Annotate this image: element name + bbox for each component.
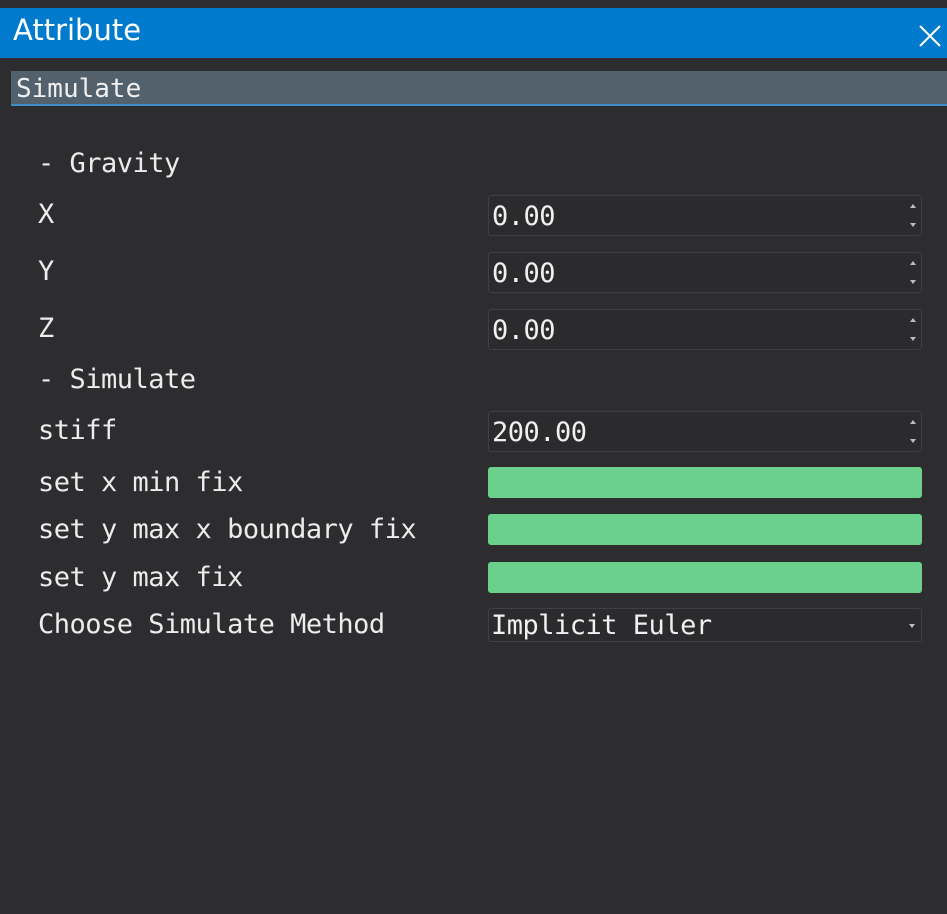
gravity-z-spinner[interactable] bbox=[907, 312, 919, 347]
gravity-y-input[interactable]: 0.00 bbox=[488, 252, 922, 293]
simulate-method-label: Choose Simulate Method bbox=[38, 609, 385, 640]
simulate-section-label[interactable]: - Simulate bbox=[38, 364, 196, 395]
gravity-y-value: 0.00 bbox=[492, 258, 556, 289]
simulate-header-label: Simulate bbox=[16, 74, 142, 104]
gravity-z-input[interactable]: 0.00 bbox=[488, 309, 922, 350]
gravity-x-label: X bbox=[38, 199, 54, 230]
set-y-max-x-boundary-fix-label: set y max x boundary fix bbox=[38, 514, 417, 545]
gravity-x-value: 0.00 bbox=[492, 201, 556, 232]
gravity-y-spinner[interactable] bbox=[907, 255, 919, 290]
gravity-x-input[interactable]: 0.00 bbox=[488, 195, 922, 236]
spin-up-icon[interactable] bbox=[910, 420, 916, 424]
chevron-down-icon[interactable] bbox=[909, 624, 915, 628]
gravity-z-value: 0.00 bbox=[492, 315, 556, 346]
set-y-max-fix-label: set y max fix bbox=[38, 562, 243, 593]
simulate-method-value: Implicit Euler bbox=[491, 610, 712, 641]
top-strip bbox=[0, 0, 947, 8]
stiff-input[interactable]: 200.00 bbox=[488, 411, 922, 452]
close-icon bbox=[919, 25, 941, 47]
spin-up-icon[interactable] bbox=[910, 318, 916, 322]
spin-down-icon[interactable] bbox=[910, 280, 916, 284]
spin-down-icon[interactable] bbox=[910, 223, 916, 227]
stiff-spinner[interactable] bbox=[907, 414, 919, 449]
set-y-max-fix-toggle[interactable] bbox=[488, 562, 922, 593]
set-y-max-x-boundary-fix-toggle[interactable] bbox=[488, 514, 922, 545]
set-x-min-fix-toggle[interactable] bbox=[488, 467, 922, 498]
simulate-method-select[interactable]: Implicit Euler bbox=[488, 608, 922, 642]
gravity-x-spinner[interactable] bbox=[907, 198, 919, 233]
stiff-value: 200.00 bbox=[492, 417, 587, 448]
title-bar[interactable]: Attribute bbox=[0, 8, 947, 58]
gravity-section-label[interactable]: - Gravity bbox=[38, 148, 180, 179]
gravity-y-label: Y bbox=[38, 256, 54, 287]
gravity-z-label: Z bbox=[38, 313, 54, 344]
set-x-min-fix-label: set x min fix bbox=[38, 467, 243, 498]
simulate-header-bar[interactable]: Simulate bbox=[11, 71, 947, 106]
stiff-label: stiff bbox=[38, 415, 117, 446]
close-button[interactable] bbox=[916, 22, 944, 50]
spin-up-icon[interactable] bbox=[910, 204, 916, 208]
spin-down-icon[interactable] bbox=[910, 337, 916, 341]
attribute-window: Attribute Simulate - Gravity X 0.00 Y 0.… bbox=[0, 0, 947, 914]
spin-up-icon[interactable] bbox=[910, 261, 916, 265]
spin-down-icon[interactable] bbox=[910, 439, 916, 443]
window-title: Attribute bbox=[13, 13, 142, 47]
